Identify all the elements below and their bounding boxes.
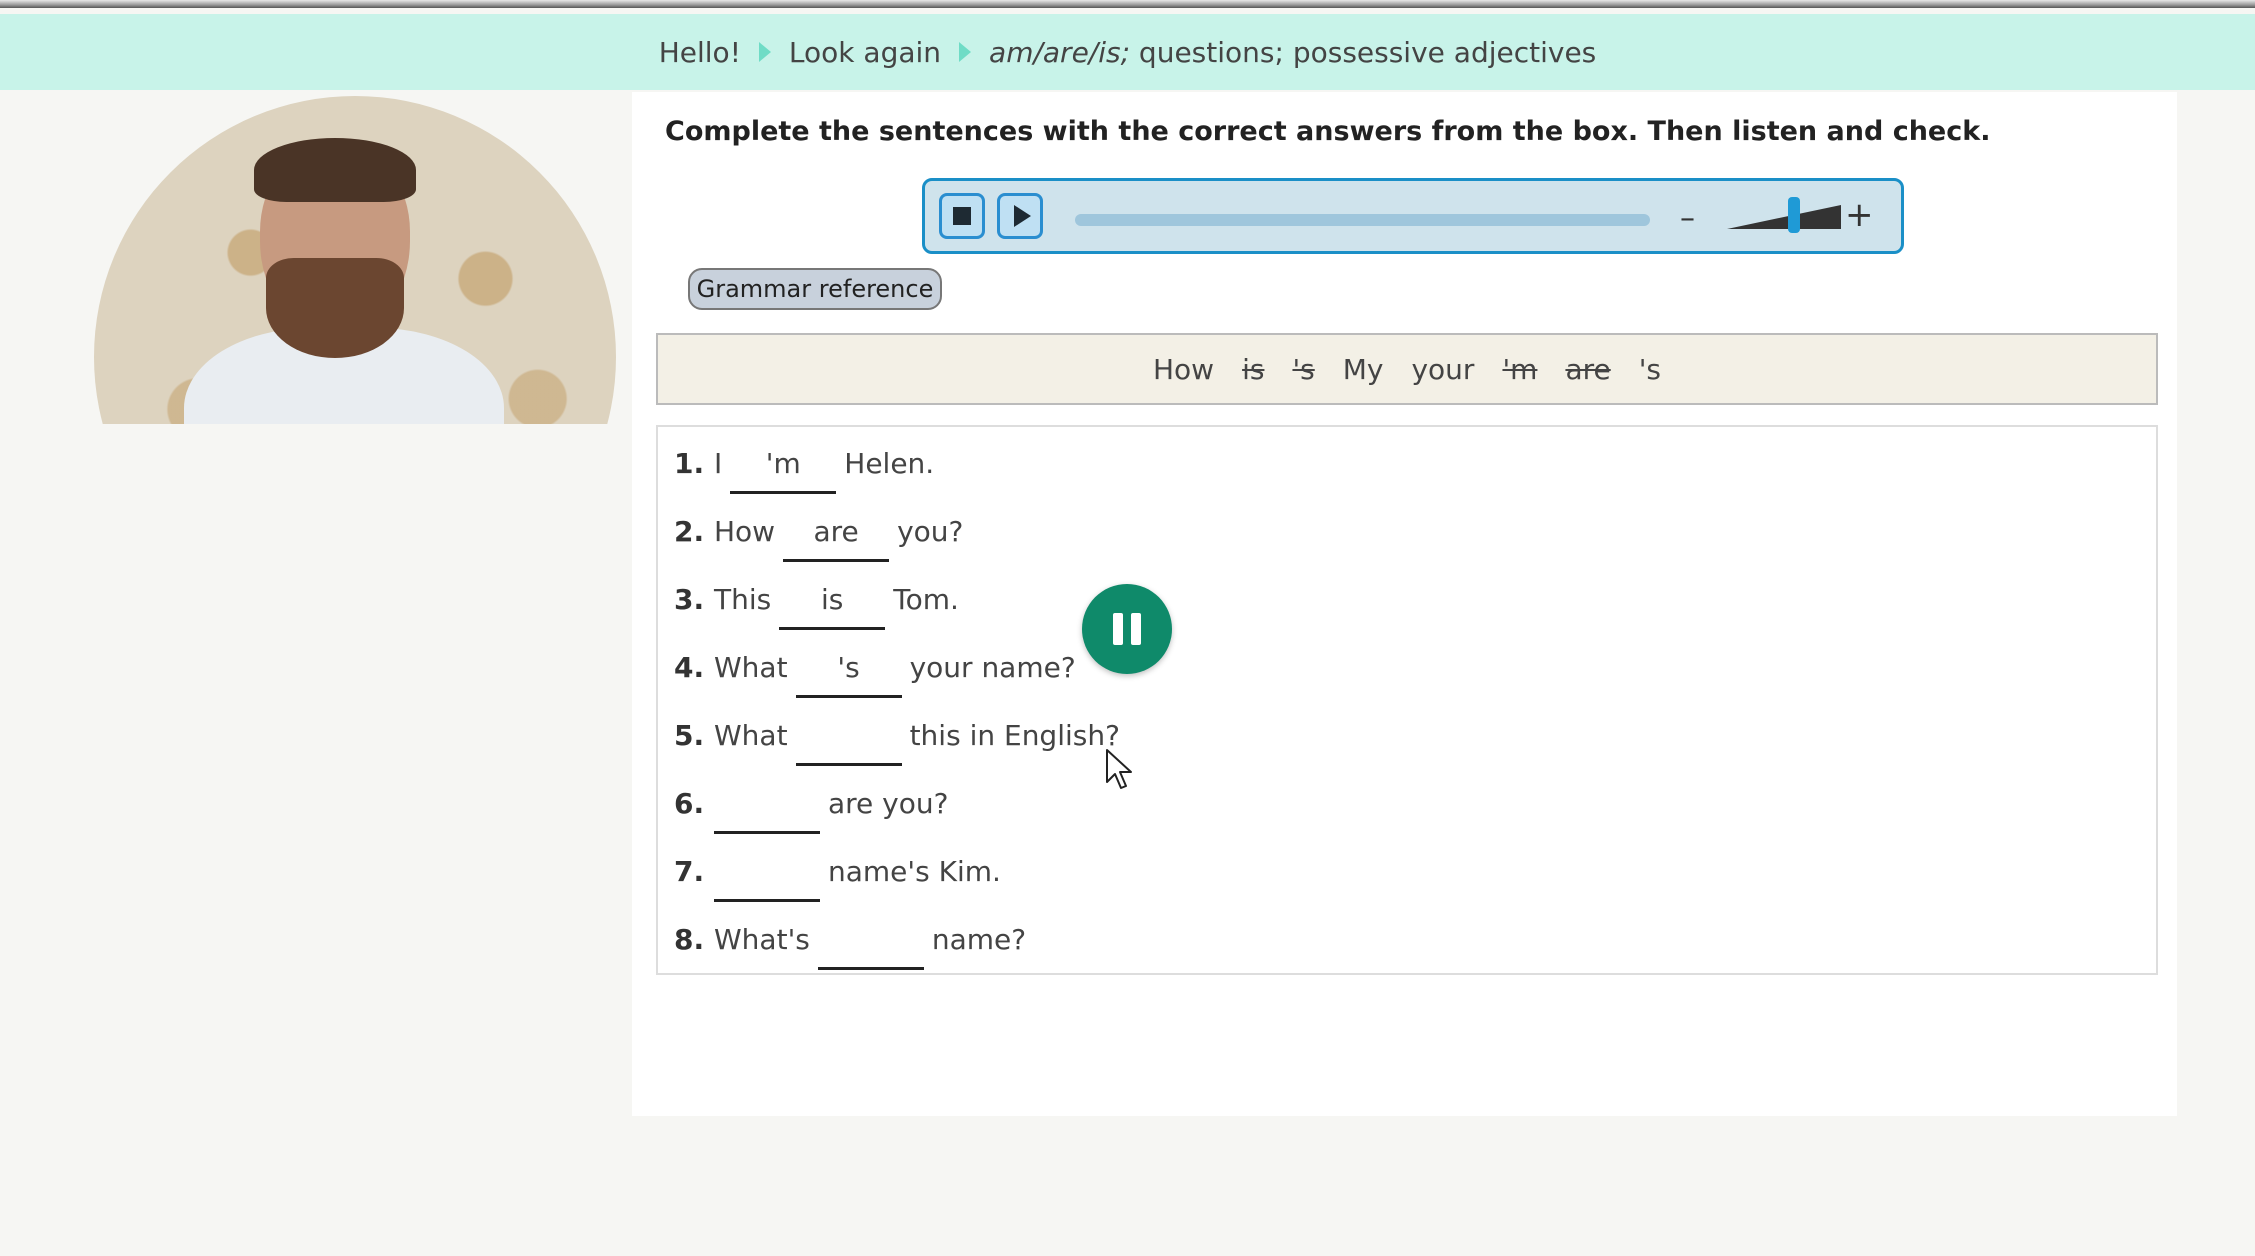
item-text-before: What's (714, 923, 810, 956)
breadcrumb-item-current: am/are/is; questions; possessive adjecti… (981, 36, 1604, 69)
word-box-word[interactable]: 's (1639, 353, 1661, 386)
word-box-word-used: are (1565, 352, 1611, 386)
word-box-word[interactable]: My (1343, 353, 1384, 386)
item-number: 3. (674, 583, 705, 616)
answer-blank[interactable]: 's (795, 651, 902, 698)
item-text-after: your name? (909, 651, 1076, 684)
answer-blank[interactable] (795, 719, 902, 766)
volume-down-button[interactable]: – (1680, 201, 1695, 236)
volume-ramp-icon (1727, 205, 1841, 229)
item-text-after: name? (931, 923, 1027, 956)
breadcrumb: Hello! Look again am/are/is; questions; … (0, 14, 2255, 90)
answer-blank[interactable]: are (783, 515, 890, 562)
word-box-word[interactable]: How (1153, 353, 1214, 386)
breadcrumb-arrow-icon (959, 42, 972, 62)
play-button[interactable] (997, 193, 1043, 239)
word-box-word-used: 'm (1502, 352, 1538, 386)
volume-slider-handle[interactable] (1788, 197, 1800, 233)
stop-button[interactable] (939, 193, 985, 239)
item-number: 1. (674, 447, 705, 480)
item-number: 6. (674, 787, 705, 820)
instructions-text: Complete the sentences with the correct … (665, 116, 1991, 147)
answer-blank[interactable]: is (779, 583, 886, 630)
audio-player: – + (922, 178, 1904, 254)
item-text-after: are you? (828, 787, 949, 820)
breadcrumb-arrow-icon (758, 42, 771, 62)
answer-blank[interactable] (817, 923, 924, 970)
exercise-item: 4. What 's your name? (674, 651, 1076, 701)
exercise-item: 3. This is Tom. (674, 583, 959, 633)
exercise-item: 5. What this in English? (674, 719, 1120, 769)
answer-blank[interactable] (714, 787, 820, 834)
answer-blank[interactable]: 'm (730, 447, 837, 494)
item-number: 5. (674, 719, 705, 752)
exercise-list: 1. I 'm Helen. 2. How are you? 3. This i… (656, 425, 2158, 975)
breadcrumb-item-hello[interactable]: Hello! (651, 36, 749, 69)
presenter-hair (254, 138, 416, 202)
word-box-word[interactable]: your (1411, 353, 1474, 386)
word-box: How is 's My your 'm are 's (656, 333, 2158, 405)
answer-blank[interactable] (714, 855, 820, 902)
exercise-item: 2. How are you? (674, 515, 963, 565)
item-number: 7. (674, 855, 705, 888)
item-text-after: this in English? (909, 719, 1120, 752)
exercise-item: 8. What's name? (674, 923, 1026, 973)
mouse-cursor-icon (1106, 749, 1132, 789)
item-text-before: I (714, 447, 723, 480)
word-box-word-used: is (1242, 352, 1265, 386)
item-text-after: you? (897, 515, 964, 548)
breadcrumb-current-rest: questions; possessive adjectives (1130, 35, 1597, 69)
grammar-reference-button[interactable]: Grammar reference (688, 268, 942, 310)
pause-icon (1131, 613, 1141, 645)
item-number: 8. (674, 923, 705, 956)
stop-icon (953, 207, 971, 225)
pause-button[interactable] (1082, 584, 1172, 674)
item-text-before: What (714, 651, 788, 684)
webcam-video (94, 96, 616, 424)
play-icon (1013, 205, 1031, 227)
window-top-edge (0, 0, 2255, 8)
item-number: 4. (674, 651, 705, 684)
breadcrumb-item-look-again[interactable]: Look again (781, 36, 949, 69)
item-text-after: name's Kim. (828, 855, 1001, 888)
breadcrumb-current-italic: am/are/is; (989, 35, 1131, 69)
exercise-item: 7. name's Kim. (674, 855, 1001, 905)
item-text-before: This (714, 583, 772, 616)
item-number: 2. (674, 515, 705, 548)
presenter-beard (266, 258, 404, 358)
item-text-after: Tom. (893, 583, 959, 616)
exercise-item: 6. are you? (674, 787, 949, 837)
pause-icon (1113, 613, 1123, 645)
volume-up-button[interactable]: + (1845, 195, 1874, 235)
item-text-after: Helen. (844, 447, 935, 480)
item-text-before: What (714, 719, 788, 752)
word-box-word-used: 's (1292, 352, 1315, 386)
item-text-before: How (714, 515, 776, 548)
audio-progress-bar[interactable] (1075, 214, 1650, 226)
exercise-item: 1. I 'm Helen. (674, 447, 934, 497)
